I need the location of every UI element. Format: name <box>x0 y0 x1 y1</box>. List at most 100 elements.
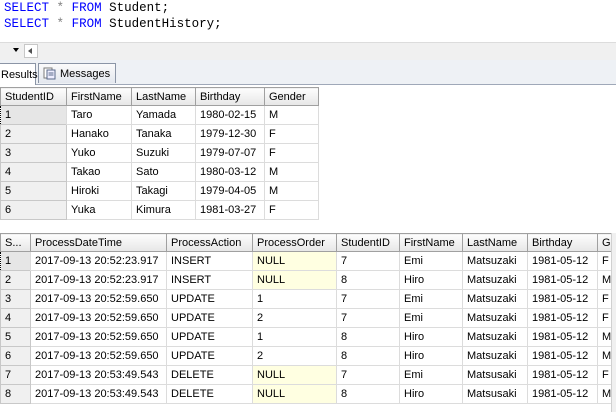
table-cell[interactable]: 1 <box>252 327 337 347</box>
table-cell[interactable]: 1981-05-12 <box>527 327 598 347</box>
student-column-header[interactable]: Birthday <box>195 87 265 106</box>
table-cell[interactable]: NULL <box>252 365 337 385</box>
table-cell[interactable]: 1980-02-15 <box>195 105 265 125</box>
table-cell[interactable]: DELETE <box>166 365 253 385</box>
table-cell[interactable]: Emi <box>399 308 463 328</box>
table-cell[interactable]: M <box>264 181 319 201</box>
table-cell[interactable]: Yuko <box>66 143 132 163</box>
table-cell[interactable]: 8 <box>336 327 400 347</box>
row-number-cell[interactable]: 3 <box>0 289 31 309</box>
scroll-left-button[interactable] <box>24 44 38 58</box>
table-row[interactable]: 1 Taro Yamada 1980-02-15 M <box>0 105 319 125</box>
table-row[interactable]: 8 2017-09-13 20:53:49.543 DELETE NULL 8 Hiro M… <box>0 384 616 404</box>
table-cell[interactable]: 8 <box>336 384 400 404</box>
table-cell[interactable]: 2017-09-13 20:52:59.650 <box>30 289 167 309</box>
table-cell[interactable]: 7 <box>336 251 400 271</box>
table-cell[interactable]: 1981-05-12 <box>527 270 598 290</box>
table-cell[interactable]: 2017-09-13 20:52:59.650 <box>30 327 167 347</box>
table-row[interactable]: 4 Takao Sato 1980-03-12 M <box>0 162 319 182</box>
table-cell[interactable]: INSERT <box>166 251 253 271</box>
table-cell[interactable]: 8 <box>336 346 400 366</box>
table-cell[interactable]: Hiro <box>399 270 463 290</box>
table-cell[interactable]: UPDATE <box>166 346 253 366</box>
table-cell[interactable]: UPDATE <box>166 308 253 328</box>
table-cell[interactable]: Emi <box>399 365 463 385</box>
table-cell[interactable]: Hanako <box>66 124 132 144</box>
table-cell[interactable]: Matsuzaki <box>462 251 528 271</box>
table-cell[interactable]: Hiroki <box>66 181 132 201</box>
history-column-header[interactable]: ProcessOrder <box>252 233 337 252</box>
table-cell[interactable]: NULL <box>252 384 337 404</box>
table-cell[interactable]: 1979-04-05 <box>195 181 265 201</box>
table-cell[interactable]: 1981-05-12 <box>527 365 598 385</box>
student-column-header[interactable]: FirstName <box>66 87 132 106</box>
tab-messages[interactable]: Messages <box>38 63 116 83</box>
table-cell[interactable]: 2017-09-13 20:52:23.917 <box>30 251 167 271</box>
table-cell[interactable]: 7 <box>336 365 400 385</box>
table-row[interactable]: 7 2017-09-13 20:53:49.543 DELETE NULL 7 Emi Ma… <box>0 365 616 385</box>
history-column-header[interactable]: StudentID <box>336 233 400 252</box>
history-column-header[interactable]: S... <box>0 233 31 252</box>
table-cell[interactable]: F <box>264 124 319 144</box>
history-column-header[interactable]: FirstName <box>399 233 463 252</box>
tab-results[interactable]: Results <box>0 63 38 85</box>
table-cell[interactable]: INSERT <box>166 270 253 290</box>
table-row[interactable]: 2 Hanako Tanaka 1979-12-30 F <box>0 124 319 144</box>
student-column-header[interactable]: StudentID <box>0 87 67 106</box>
table-cell[interactable]: Kimura <box>131 200 196 220</box>
table-cell[interactable]: NULL <box>252 270 337 290</box>
row-number-cell[interactable]: 6 <box>0 200 67 220</box>
table-cell[interactable]: Taro <box>66 105 132 125</box>
row-number-cell[interactable]: 7 <box>0 365 31 385</box>
table-cell[interactable]: NULL <box>252 251 337 271</box>
table-cell[interactable]: F <box>264 200 319 220</box>
table-cell[interactable]: 1981-05-12 <box>527 251 598 271</box>
table-cell[interactable]: Matsuzaki <box>462 289 528 309</box>
table-cell[interactable]: F <box>264 143 319 163</box>
row-number-cell[interactable]: 3 <box>0 143 67 163</box>
table-cell[interactable]: Emi <box>399 251 463 271</box>
table-cell[interactable]: 2017-09-13 20:53:49.543 <box>30 365 167 385</box>
table-cell[interactable]: 2 <box>252 308 337 328</box>
student-results-grid[interactable]: StudentID FirstName LastName Birthday Gender… <box>0 87 319 220</box>
row-number-cell[interactable]: 1 <box>0 251 31 271</box>
table-cell[interactable]: Takagi <box>131 181 196 201</box>
table-cell[interactable]: UPDATE <box>166 327 253 347</box>
row-number-cell[interactable]: 2 <box>0 270 31 290</box>
table-cell[interactable]: 2017-09-13 20:52:59.650 <box>30 308 167 328</box>
table-cell[interactable]: 7 <box>336 308 400 328</box>
table-cell[interactable]: Matsusaki <box>462 384 528 404</box>
table-cell[interactable]: Matsuzaki <box>462 270 528 290</box>
table-cell[interactable]: Hiro <box>399 346 463 366</box>
row-number-cell[interactable]: 4 <box>0 162 67 182</box>
history-column-header[interactable]: ProcessAction <box>166 233 253 252</box>
history-column-header[interactable]: LastName <box>462 233 528 252</box>
table-cell[interactable]: M <box>264 162 319 182</box>
row-number-cell[interactable]: 5 <box>0 181 67 201</box>
editor-horizontal-scrollbar[interactable] <box>0 42 616 61</box>
table-cell[interactable]: UPDATE <box>166 289 253 309</box>
table-cell[interactable]: Matsuzaki <box>462 346 528 366</box>
table-cell[interactable]: Hiro <box>399 384 463 404</box>
table-row[interactable]: 2 2017-09-13 20:52:23.917 INSERT NULL 8 Hiro M… <box>0 270 616 290</box>
table-row[interactable]: 4 2017-09-13 20:52:59.650 UPDATE 2 7 Emi Matsu… <box>0 308 616 328</box>
student-column-header[interactable]: Gender <box>264 87 319 106</box>
table-cell[interactable]: 1981-05-12 <box>527 346 598 366</box>
chevron-down-icon[interactable] <box>13 48 19 52</box>
table-cell[interactable]: M <box>264 105 319 125</box>
table-cell[interactable]: Matsuzaki <box>462 327 528 347</box>
row-number-cell[interactable]: 1 <box>0 105 67 125</box>
table-cell[interactable]: Matsuzaki <box>462 308 528 328</box>
table-cell[interactable]: 1979-12-30 <box>195 124 265 144</box>
table-cell[interactable]: Sato <box>131 162 196 182</box>
table-cell[interactable]: 7 <box>336 289 400 309</box>
table-cell[interactable]: 1 <box>252 289 337 309</box>
history-results-grid[interactable]: S... ProcessDateTime ProcessAction ProcessO… <box>0 233 616 404</box>
table-cell[interactable]: Tanaka <box>131 124 196 144</box>
table-row[interactable]: 5 2017-09-13 20:52:59.650 UPDATE 1 8 Hiro Mats… <box>0 327 616 347</box>
table-row[interactable]: 1 2017-09-13 20:52:23.917 INSERT NULL 7 Emi Ma… <box>0 251 616 271</box>
table-cell[interactable]: Yamada <box>131 105 196 125</box>
table-cell[interactable]: 2017-09-13 20:52:59.650 <box>30 346 167 366</box>
table-cell[interactable]: DELETE <box>166 384 253 404</box>
table-cell[interactable]: Hiro <box>399 327 463 347</box>
